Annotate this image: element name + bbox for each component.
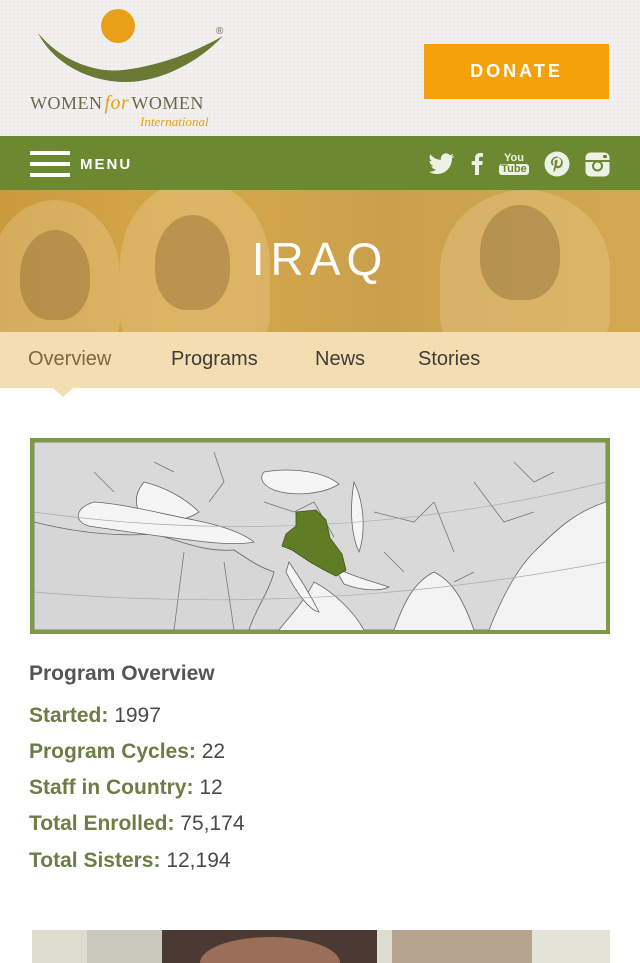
country-map <box>30 438 610 634</box>
stat-label: Program Cycles: <box>29 740 196 763</box>
stat-value: 1997 <box>114 704 161 727</box>
map-image <box>34 442 606 630</box>
logo-word-left: WOMEN <box>30 93 103 113</box>
stat-label: Started: <box>29 704 109 727</box>
stat-total-enrolled: Total Enrolled: 75,174 <box>29 812 245 836</box>
logo-mark-icon <box>38 9 223 83</box>
program-overview-title: Program Overview <box>29 662 215 685</box>
tab-programs[interactable]: Programs <box>171 348 258 371</box>
site-header: ® WOMEN for WOMEN International DONATE <box>0 0 640 136</box>
tab-stories[interactable]: Stories <box>418 348 480 371</box>
twitter-icon[interactable] <box>428 150 456 178</box>
stat-program-cycles: Program Cycles: 22 <box>29 740 225 764</box>
instagram-icon[interactable] <box>584 150 610 178</box>
stat-started: Started: 1997 <box>29 704 161 728</box>
logo-wordmark: WOMEN for WOMEN <box>30 92 230 115</box>
pinterest-icon[interactable] <box>543 150 571 178</box>
stat-value: 22 <box>201 740 226 763</box>
logo-subtitle: International <box>140 114 209 129</box>
tab-overview[interactable]: Overview <box>28 348 111 371</box>
logo-word-right: WOMEN <box>131 93 204 113</box>
stat-total-sisters: Total Sisters: 12,194 <box>29 849 231 873</box>
page-title: IRAQ <box>251 233 389 285</box>
logo-registered-mark: ® <box>216 26 224 37</box>
story-photo-image <box>32 930 610 963</box>
logo-word-for: for <box>104 92 130 114</box>
stat-value: 75,174 <box>180 812 245 835</box>
menu-label: MENU <box>80 155 133 173</box>
stat-staff-in-country: Staff in Country: 12 <box>29 776 223 800</box>
tab-news[interactable]: News <box>315 348 365 371</box>
active-tab-indicator <box>53 388 73 397</box>
youtube-icon[interactable]: You Tube <box>498 150 530 178</box>
stat-label: Total Sisters: <box>29 849 161 872</box>
menu-button[interactable]: MENU <box>30 150 132 178</box>
stat-label: Total Enrolled: <box>29 812 175 835</box>
donate-button[interactable]: DONATE <box>424 44 609 99</box>
stat-value: 12 <box>199 776 223 799</box>
stat-value: 12,194 <box>166 849 231 872</box>
stat-label: Staff in Country: <box>29 776 194 799</box>
youtube-icon-text-bottom: Tube <box>499 163 529 175</box>
facebook-icon[interactable] <box>468 150 486 178</box>
hamburger-icon <box>30 151 70 177</box>
story-photo[interactable] <box>32 930 610 963</box>
logo[interactable]: ® WOMEN for WOMEN International <box>28 8 238 132</box>
